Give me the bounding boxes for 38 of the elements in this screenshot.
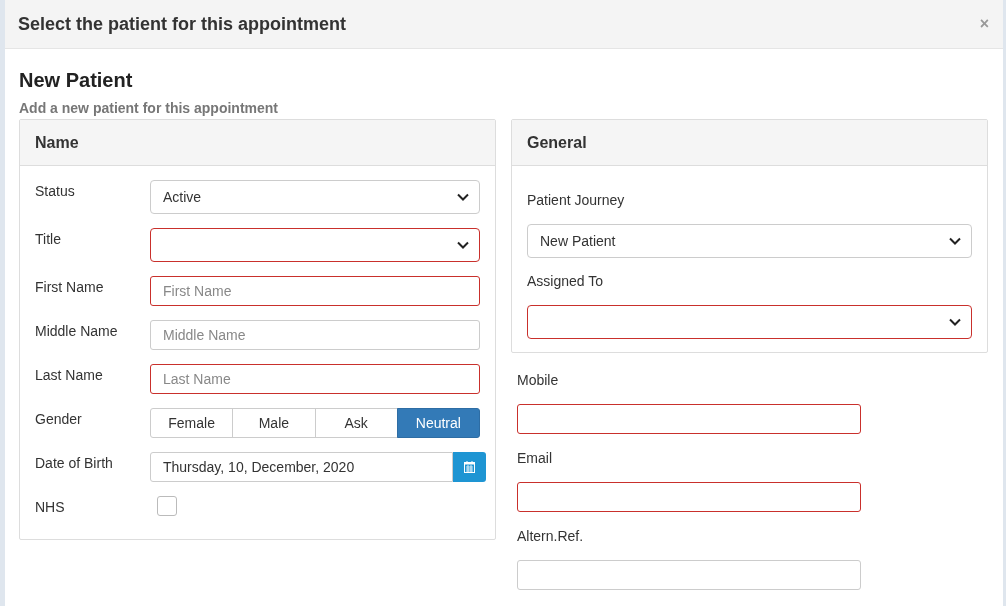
text-field[interactable] bbox=[517, 482, 861, 512]
chevron-down-icon bbox=[457, 193, 469, 201]
subtitle: Add a new patient for this appointment bbox=[19, 99, 279, 117]
field-label: Middle Name bbox=[35, 322, 119, 340]
chevron-down-icon bbox=[949, 318, 961, 326]
text-field[interactable]: First Name bbox=[150, 276, 480, 306]
field-label: Title bbox=[35, 230, 62, 248]
field-label: First Name bbox=[35, 278, 105, 296]
chevron-down-icon bbox=[457, 241, 469, 249]
calendar-icon bbox=[464, 461, 475, 473]
text-field[interactable] bbox=[517, 404, 861, 434]
field-label: Last Name bbox=[35, 366, 104, 384]
select-field[interactable] bbox=[150, 228, 480, 262]
select-field[interactable]: Active bbox=[150, 180, 480, 214]
calendar-button[interactable] bbox=[453, 452, 486, 482]
field-label: Status bbox=[35, 182, 76, 200]
gender-option[interactable]: Neutral bbox=[396, 408, 480, 438]
select-field[interactable] bbox=[527, 305, 972, 339]
dialog-title: Select the patient for this appointment bbox=[18, 12, 347, 36]
field-label: NHS bbox=[35, 498, 66, 516]
date-field[interactable]: Thursday, 10, December, 2020 bbox=[150, 452, 453, 482]
text-field[interactable]: Last Name bbox=[150, 364, 480, 394]
field-label: Mobile bbox=[517, 371, 560, 389]
panel-title: General bbox=[527, 132, 587, 153]
gender-option[interactable]: Male bbox=[232, 408, 316, 438]
field-label: Email bbox=[517, 449, 553, 467]
heading: New Patient bbox=[19, 68, 134, 92]
field-label: Altern.Ref. bbox=[517, 527, 585, 545]
panel-title: Name bbox=[35, 132, 79, 153]
chevron-down-icon bbox=[949, 237, 961, 245]
checkbox[interactable] bbox=[157, 496, 177, 516]
field-label: Patient Journey bbox=[527, 191, 626, 209]
field-label: Date of Birth bbox=[35, 454, 114, 472]
field-label: Assigned To bbox=[527, 272, 604, 290]
field-label: Gender bbox=[35, 410, 83, 428]
select-field[interactable]: New Patient bbox=[527, 224, 972, 258]
gender-option[interactable]: Female bbox=[150, 408, 234, 438]
gender-option[interactable]: Ask bbox=[314, 408, 398, 438]
